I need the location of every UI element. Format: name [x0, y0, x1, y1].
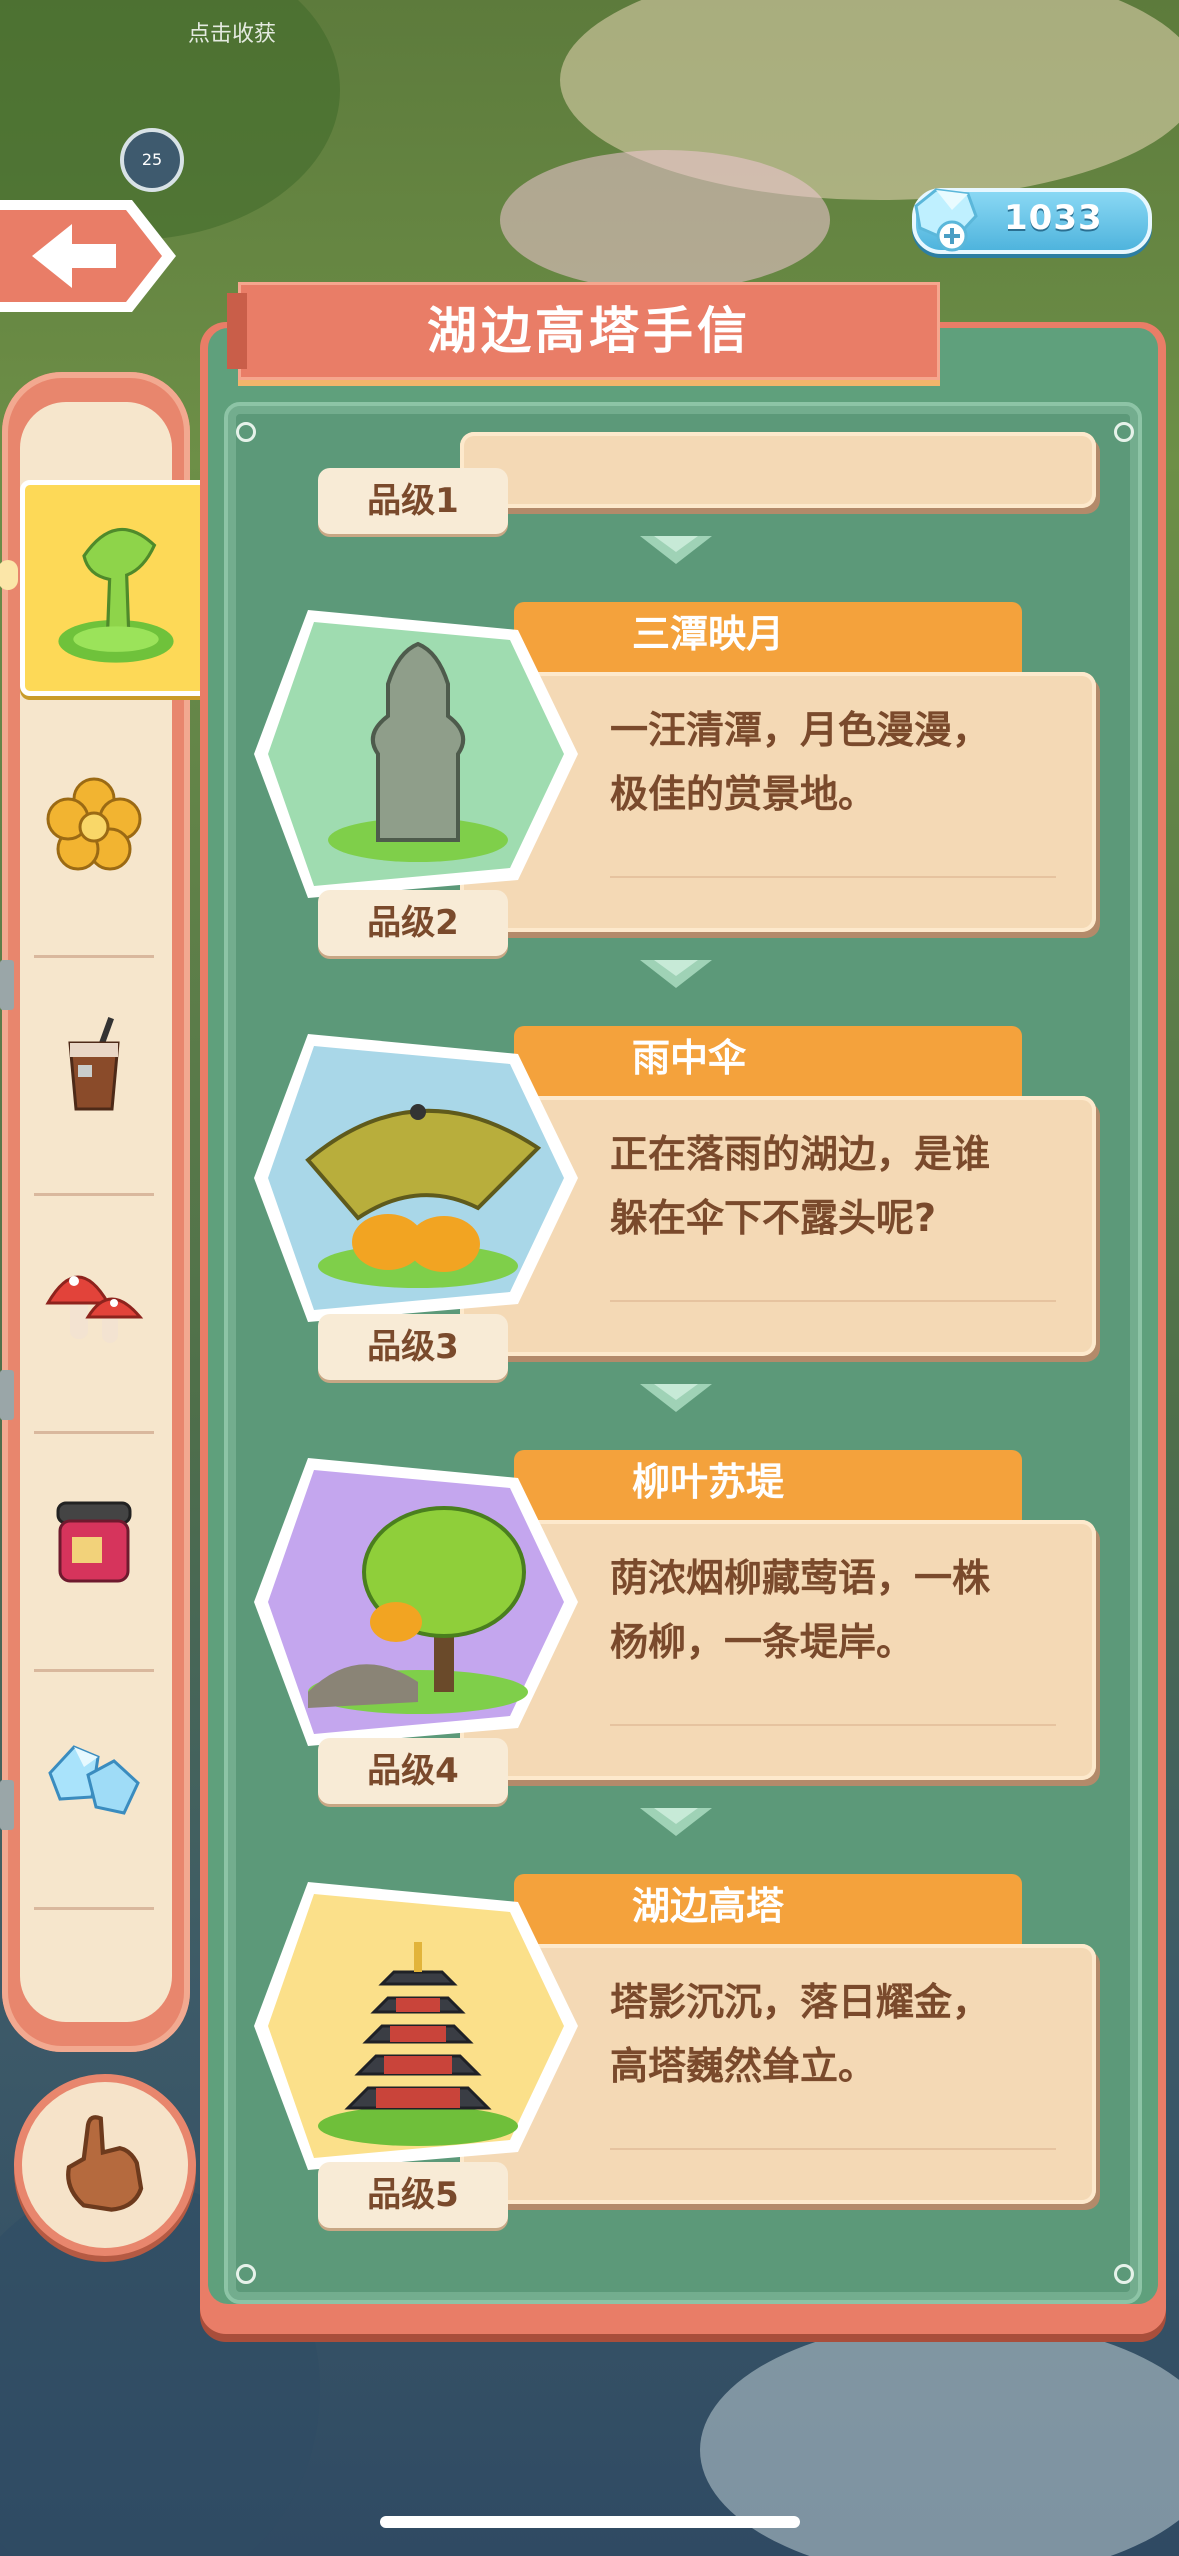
- panel-title: 湖边高塔手信: [227, 282, 940, 380]
- harvest-hint-text: 点击收获: [188, 22, 277, 47]
- item-description: 一汪清潭，月色漫漫， 极佳的赏景地。: [610, 708, 991, 816]
- level-label: 品级4: [318, 1738, 508, 1804]
- hand-pointer-button[interactable]: [14, 2074, 196, 2256]
- item-description: 正在落雨的湖边，是谁 躲在伞下不露头呢?: [610, 1132, 991, 1240]
- category-item-flower[interactable]: [18, 720, 170, 958]
- chevron-down-icon: [640, 960, 712, 988]
- iced-coffee-icon: [68, 1017, 120, 1111]
- panel-rivet: [236, 422, 256, 442]
- slime-icon: [58, 527, 174, 663]
- level-label: 品级2: [318, 890, 508, 956]
- chevron-down-icon: [640, 1384, 712, 1412]
- item-description: 荫浓烟柳藏莺语，一株 杨柳，一条堤岸。: [610, 1556, 991, 1664]
- mushroom-icon: [45, 1275, 144, 1343]
- item-description: 塔影沉沉，落日耀金， 高塔巍然耸立。: [610, 1980, 991, 2088]
- back-arrow-icon: [0, 200, 176, 312]
- item-image-willow-causeway: [254, 1458, 578, 1746]
- rail-notch: [0, 1370, 14, 1420]
- home-indicator[interactable]: [380, 2516, 800, 2528]
- panel-rivet: [236, 2264, 256, 2284]
- item-image-three-pools: [254, 610, 578, 898]
- gem-add-icon: [914, 188, 978, 252]
- harvest-timer-badge: 25: [120, 128, 184, 192]
- category-item-diamond[interactable]: [18, 1672, 170, 1910]
- item-image-lakeside-pagoda: [254, 1882, 578, 2170]
- chevron-down-icon: [640, 536, 712, 564]
- level-label: 品级5: [318, 2162, 508, 2228]
- category-item-slime[interactable]: [20, 480, 216, 696]
- rail-selection-marker: [0, 560, 18, 590]
- gem-counter[interactable]: 1033: [912, 188, 1152, 254]
- level-label: 品级1: [318, 468, 508, 534]
- item-name-tab: 柳叶苏堤: [514, 1450, 1022, 1520]
- hand-pointer-icon: [66, 2115, 144, 2212]
- category-item-jar[interactable]: [18, 1434, 170, 1672]
- category-item-mushroom[interactable]: [18, 1196, 170, 1434]
- item-name-tab: 湖边高塔: [514, 1874, 1022, 1944]
- gold-flower-icon: [46, 777, 142, 871]
- item-image-umbrella: [254, 1034, 578, 1322]
- chevron-down-icon: [640, 1808, 712, 1836]
- gem-count: 1033: [1004, 198, 1103, 238]
- panel-rivet: [1114, 422, 1134, 442]
- diamond-icon: [48, 1745, 140, 1815]
- panel-rivet: [1114, 2264, 1134, 2284]
- item-name-tab: 雨中伞: [514, 1026, 1022, 1096]
- canned-jar-icon: [56, 1501, 132, 1583]
- back-button[interactable]: [0, 190, 180, 322]
- category-item-coffee[interactable]: [18, 958, 170, 1196]
- item-name-tab: 三潭映月: [514, 602, 1022, 672]
- rail-notch: [0, 1780, 14, 1830]
- level-card: [460, 432, 1096, 508]
- level-label: 品级3: [318, 1314, 508, 1380]
- rail-notch: [0, 960, 14, 1010]
